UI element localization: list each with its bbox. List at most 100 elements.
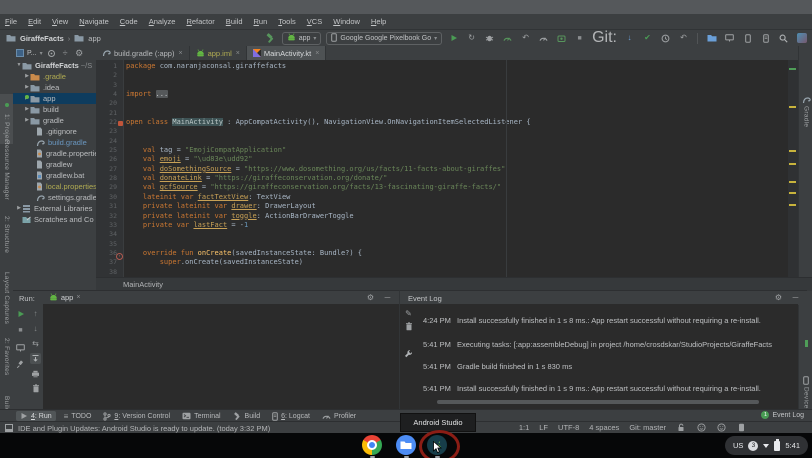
status-message[interactable]: IDE and Plugin Updates: Android Studio i… [18, 424, 270, 433]
menu-item-refactor[interactable]: Refactor [186, 17, 214, 26]
update-project-icon[interactable]: ↓ [623, 32, 636, 45]
bottom-tab-profiler[interactable]: Profiler [318, 411, 360, 421]
project-view-selector[interactable]: P... [27, 50, 37, 57]
close-icon[interactable]: × [236, 50, 240, 57]
gear-icon[interactable]: ⚙ [365, 293, 376, 304]
gear-icon[interactable]: ⚙ [773, 293, 784, 304]
tool-strip-resource-manager[interactable]: Resource Manager [0, 140, 13, 200]
bottom-tab-todo[interactable]: ≡TODO [60, 411, 96, 422]
status-4-spaces[interactable]: 4 spaces [589, 423, 619, 432]
menu-item-help[interactable]: Help [371, 17, 386, 26]
editor-tab-build-gradle-app[interactable]: build.gradle (:app)× [96, 46, 190, 60]
print-icon[interactable] [30, 368, 41, 379]
error-stripe[interactable] [788, 60, 798, 277]
tree-item-settings-gradle[interactable]: settings.gradle [13, 192, 96, 203]
close-icon[interactable]: × [178, 50, 182, 57]
editor-tab-app-iml[interactable]: app.iml× [190, 46, 247, 60]
tree-item-gradlew[interactable]: gradlew [13, 159, 96, 170]
status-git-master[interactable]: Git: master [629, 423, 666, 432]
bottom-tab-9-version-control[interactable]: 9: Version Control [99, 411, 174, 422]
stripe-mark-green[interactable] [789, 68, 796, 70]
close-icon[interactable]: × [315, 50, 319, 57]
device-icon[interactable] [736, 421, 746, 434]
stripe-mark-warning[interactable] [789, 181, 796, 183]
device-dropdown[interactable]: Google Google Pixelbook Go▾ [326, 32, 442, 45]
stripe-mark-warning[interactable] [789, 106, 796, 108]
system-tray[interactable]: US 3 5:41 [725, 436, 808, 455]
tree-item-local-properties[interactable]: local.properties [13, 181, 96, 192]
menu-item-vcs[interactable]: VCS [307, 17, 322, 26]
menu-item-build[interactable]: Build [226, 17, 243, 26]
tool-strip-2-structure[interactable]: 2: Structure [0, 216, 13, 253]
menu-item-tools[interactable]: Tools [278, 17, 296, 26]
tree-item-giraffefacts[interactable]: ▼GiraffeFacts ~/S [13, 60, 96, 71]
menu-item-file[interactable]: File [5, 17, 17, 26]
up-stack-trace-icon[interactable]: ↑ [30, 308, 41, 319]
menu-item-analyze[interactable]: Analyze [149, 17, 176, 26]
attach-debugger-icon[interactable] [555, 32, 568, 45]
menu-item-run[interactable]: Run [254, 17, 268, 26]
collapse-all-icon[interactable]: ÷ [60, 47, 71, 60]
bottom-tab-6-logcat[interactable]: 6: Logcat [268, 411, 314, 422]
breadcrumb-class[interactable]: MainActivity [123, 280, 163, 289]
gradle-task-icon[interactable] [403, 348, 414, 359]
tree-item-gradlew-bat[interactable]: gradlew.bat [13, 170, 96, 181]
tree-item-build[interactable]: ▶build [13, 104, 96, 115]
horizontal-scrollbar[interactable] [437, 400, 759, 404]
emoji-face-1-icon[interactable] [696, 421, 706, 434]
tree-item-gradle[interactable]: ▶gradle [13, 115, 96, 126]
layout-inspector-icon[interactable] [723, 32, 736, 45]
menu-item-navigate[interactable]: Navigate [79, 17, 109, 26]
history-icon[interactable] [659, 32, 672, 45]
pin-tab-icon[interactable] [15, 359, 26, 370]
tool-strip-1-project[interactable]: 1: Project [0, 94, 13, 144]
commit-icon[interactable]: ✔ [641, 32, 654, 45]
status-utf-8[interactable]: UTF-8 [558, 423, 579, 432]
search-everywhere-icon[interactable] [777, 32, 790, 45]
tree-item-build-gradle[interactable]: build.gradle [13, 137, 96, 148]
locate-icon[interactable] [46, 47, 57, 60]
bottom-tab-build[interactable]: Build [229, 411, 265, 422]
rerun-icon[interactable] [15, 308, 26, 319]
stop-icon[interactable]: ■ [573, 32, 586, 45]
emoji-face-2-icon[interactable] [716, 421, 726, 434]
tree-item-app[interactable]: ▶app [13, 93, 96, 104]
edit-log-icon[interactable]: ✎ [403, 308, 414, 319]
down-stack-trace-icon[interactable]: ↓ [30, 323, 41, 334]
rollback-icon[interactable]: ↶ [677, 32, 690, 45]
soft-wrap-icon[interactable]: ⇆ [30, 338, 41, 349]
settings-icon[interactable]: ⚙ [74, 47, 85, 60]
run-console[interactable] [43, 304, 399, 409]
status-lf[interactable]: LF [539, 423, 548, 432]
profile-icon[interactable] [501, 32, 514, 45]
tree-item-external-libraries[interactable]: ▶External Libraries [13, 203, 96, 214]
scroll-to-end-icon[interactable] [30, 353, 41, 364]
lock-icon[interactable] [676, 421, 686, 434]
bottom-tab-terminal[interactable]: Terminal [178, 411, 224, 421]
close-icon[interactable]: × [76, 294, 80, 301]
stripe-mark-warning[interactable] [789, 150, 796, 152]
stripe-mark-warning[interactable] [789, 204, 796, 206]
tool-strip-2-favorites[interactable]: 2: Favorites [0, 338, 13, 376]
run-icon[interactable] [447, 32, 460, 45]
debug-icon[interactable] [483, 32, 496, 45]
files-app-icon[interactable] [396, 435, 416, 455]
build-hammer-icon[interactable] [264, 32, 277, 45]
bottom-tab-4-run[interactable]: 4: Run [16, 411, 56, 421]
status-1-1[interactable]: 1:1 [519, 423, 529, 432]
sdk-manager-icon[interactable] [759, 32, 772, 45]
device-file-explorer-icon[interactable] [705, 32, 718, 45]
tool-strip-layout-captures[interactable]: Layout Captures [0, 272, 13, 324]
run-config-dropdown[interactable]: app▾ [282, 32, 322, 45]
chrome-icon[interactable] [362, 435, 382, 455]
minimize-icon[interactable]: ─ [790, 293, 801, 304]
menu-item-window[interactable]: Window [333, 17, 360, 26]
editor-tab-mainactivity-kt[interactable]: MainActivity.kt× [247, 46, 326, 60]
tree-item-gradle[interactable]: ▶.gradle [13, 71, 96, 82]
menu-item-code[interactable]: Code [120, 17, 138, 26]
breadcrumb-module[interactable]: app [88, 34, 101, 43]
profile-avatar-icon[interactable] [795, 32, 808, 45]
tree-item-gradle-properties[interactable]: gradle.properties [13, 148, 96, 159]
menu-item-edit[interactable]: Edit [28, 17, 41, 26]
window-icon[interactable] [4, 423, 14, 433]
